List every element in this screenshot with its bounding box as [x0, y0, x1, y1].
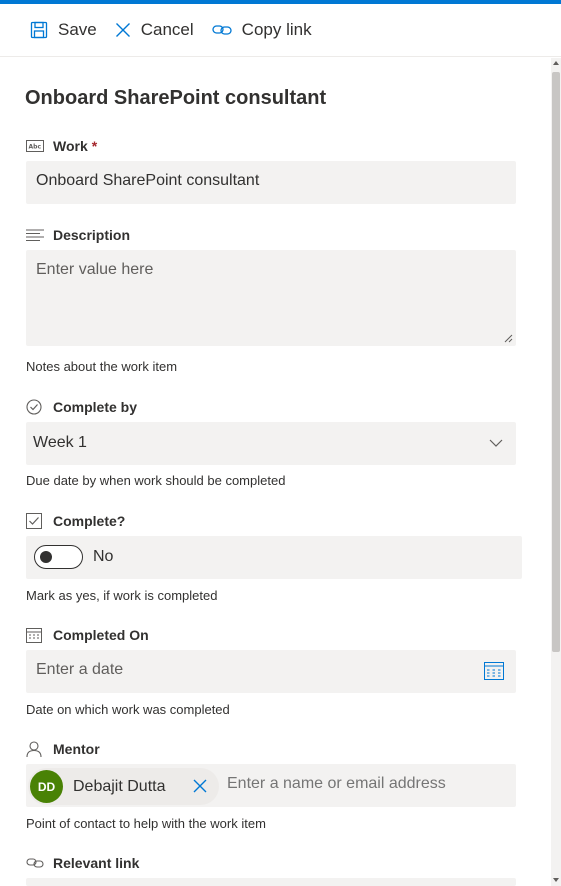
save-label: Save [58, 20, 97, 39]
remove-person-icon[interactable] [193, 779, 207, 793]
required-marker: * [91, 138, 98, 154]
description-field[interactable] [26, 250, 516, 346]
person-icon [26, 741, 46, 757]
checkbox-icon [26, 513, 46, 529]
complete-by-help: Due date by when work should be complete… [26, 473, 286, 488]
work-field[interactable] [26, 161, 516, 204]
scroll-up-arrow[interactable] [553, 61, 559, 65]
command-bar: Save Cancel Copy link [0, 4, 561, 57]
link-icon [212, 25, 232, 35]
completed-on-label-text: Completed On [53, 627, 149, 643]
work-label-text: Work [53, 138, 88, 154]
svg-text:Abc: Abc [29, 144, 42, 151]
date-picker-icon[interactable] [484, 662, 504, 680]
cancel-button[interactable]: Cancel [115, 10, 194, 50]
complete-by-label: Complete by [26, 399, 137, 415]
complete-toggle[interactable] [34, 545, 83, 569]
work-input[interactable] [26, 161, 516, 201]
multiline-text-icon [26, 227, 46, 243]
resize-grip-icon[interactable] [504, 334, 513, 343]
toggle-knob [40, 551, 52, 563]
scroll-down-arrow[interactable] [553, 878, 559, 882]
description-label-text: Description [53, 227, 131, 243]
copy-link-label: Copy link [241, 20, 312, 39]
relevant-link-field[interactable] [26, 878, 516, 886]
mentor-help: Point of contact to help with the work i… [26, 816, 266, 831]
complete-state-text: No [93, 548, 114, 565]
description-help: Notes about the work item [26, 359, 178, 374]
completed-on-help: Date on which work was completed [26, 702, 230, 717]
choice-check-icon [26, 399, 46, 415]
work-label: Abc Work * [26, 138, 97, 154]
complete-label-text: Complete? [53, 513, 126, 529]
avatar: DD [30, 770, 63, 803]
relevant-link-label: Relevant link [26, 855, 139, 871]
complete-by-label-text: Complete by [53, 399, 138, 415]
form-title: Onboard SharePoint consultant [25, 87, 327, 109]
complete-label: Complete? [26, 513, 125, 529]
relevant-link-label-text: Relevant link [53, 855, 140, 871]
cancel-label: Cancel [140, 20, 194, 39]
chevron-down-icon[interactable] [489, 439, 503, 447]
copy-link-button[interactable]: Copy link [212, 10, 312, 50]
mentor-label-text: Mentor [53, 741, 100, 757]
save-icon [30, 21, 48, 39]
mentor-label: Mentor [26, 741, 100, 757]
complete-by-value: Week 1 [33, 434, 87, 451]
close-icon [115, 23, 130, 37]
calendar-icon [26, 627, 46, 643]
completed-on-label: Completed On [26, 627, 149, 643]
description-label: Description [26, 227, 130, 243]
link-icon [26, 855, 46, 871]
completed-on-input[interactable] [26, 650, 516, 690]
scrollbar-thumb[interactable] [552, 72, 560, 652]
complete-by-dropdown[interactable]: Week 1 [26, 422, 516, 465]
mentor-person-name: Debajit Dutta [73, 778, 166, 795]
completed-on-field[interactable] [26, 650, 516, 693]
save-button[interactable]: Save [30, 10, 97, 50]
description-textarea[interactable] [26, 250, 516, 344]
text-field-icon: Abc [26, 138, 46, 154]
complete-help: Mark as yes, if work is completed [26, 588, 218, 603]
mentor-search-input[interactable] [227, 775, 507, 793]
